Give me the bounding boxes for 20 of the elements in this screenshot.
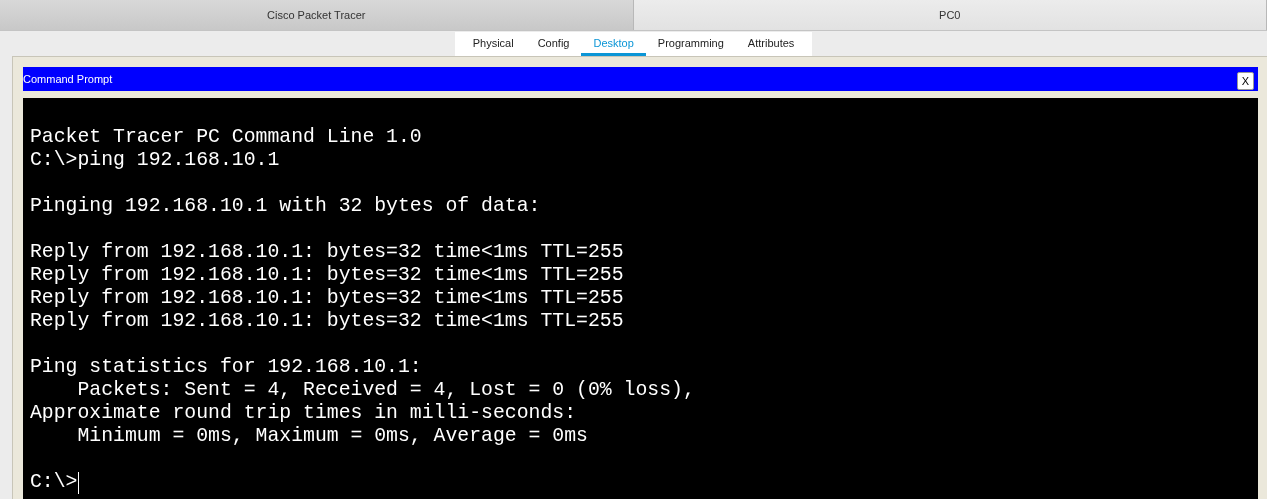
window-tab[interactable]: PC0 xyxy=(633,0,1267,30)
tab[interactable]: Attributes xyxy=(735,32,807,56)
terminal-line: Packets: Sent = 4, Received = 4, Lost = 0 (0% loss), xyxy=(76,379,696,402)
terminal-line: Approximate round trip times in milli-seconds: xyxy=(30,402,578,425)
terminal-line: Reply from 192.168.10.1: bytes=32 time<1ms TTL=255 xyxy=(30,241,625,264)
tab[interactable]: Physical xyxy=(460,32,526,56)
close-button[interactable]: X xyxy=(1237,72,1254,90)
terminal-line: C:\>ping 192.168.10.1 xyxy=(30,149,281,172)
terminal-line: Packet Tracer PC Command Line 1.0 xyxy=(30,126,423,149)
prompt-text: C:\> xyxy=(30,471,78,494)
terminal-line: Ping statistics for 192.168.10.1: xyxy=(30,356,423,379)
tab[interactable]: Programming xyxy=(645,32,736,56)
terminal-line: Minimum = 0ms, Maximum = 0ms, Average = 0ms xyxy=(76,425,589,448)
terminal-line: Pinging 192.168.10.1 with 32 bytes of data: xyxy=(30,195,542,218)
terminal-line: Reply from 192.168.10.1: bytes=32 time<1ms TTL=255 xyxy=(30,287,625,310)
terminal-line: Reply from 192.168.10.1: bytes=32 time<1ms TTL=255 xyxy=(30,264,625,287)
tab[interactable]: Config xyxy=(525,32,582,56)
window-title: Command Prompt xyxy=(23,73,113,85)
window-tab[interactable]: Cisco Packet Tracer xyxy=(0,0,634,30)
terminal-line: Reply from 192.168.10.1: bytes=32 time<1ms TTL=255 xyxy=(30,310,625,333)
